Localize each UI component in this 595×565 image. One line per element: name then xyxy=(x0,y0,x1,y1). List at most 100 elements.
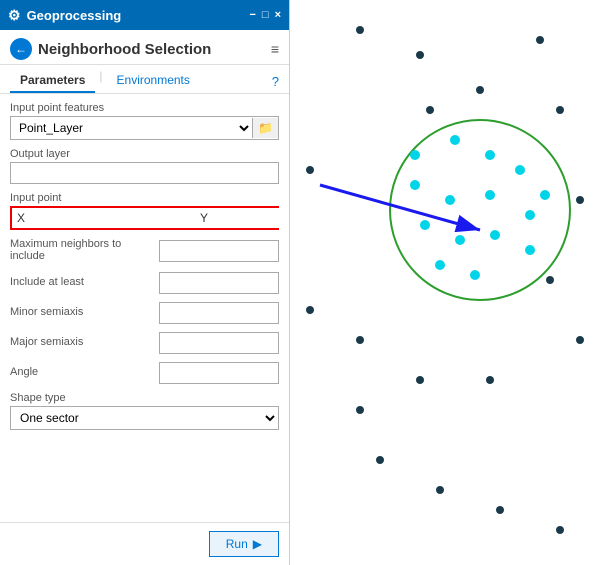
map-point xyxy=(496,506,504,514)
coord-row: X -1932698 Y -181959 xyxy=(10,206,279,230)
map-point xyxy=(356,336,364,344)
panel-body: Input point features Point_Layer 📁 Outpu… xyxy=(0,94,289,522)
map-point xyxy=(445,195,455,205)
max-neighbors-group: Maximum neighbors to include 10 xyxy=(10,238,279,264)
minor-semiaxis-group: Minor semiaxis 50000 xyxy=(10,302,279,324)
selection-arrow xyxy=(320,185,480,230)
max-neighbors-row: Maximum neighbors to include 10 xyxy=(10,238,279,264)
x-label: X xyxy=(12,208,30,228)
output-layer-label: Output layer xyxy=(10,148,279,160)
map-point xyxy=(485,150,495,160)
map-point xyxy=(486,376,494,384)
tab-parameters[interactable]: Parameters xyxy=(10,69,95,93)
include-at-least-row: Include at least 5 xyxy=(10,272,279,294)
map-point xyxy=(525,210,535,220)
map-point xyxy=(485,190,495,200)
tab-environments[interactable]: Environments xyxy=(107,69,200,93)
close-button[interactable]: × xyxy=(275,9,281,21)
input-features-label: Input point features xyxy=(10,102,279,114)
map-point xyxy=(356,406,364,414)
max-neighbors-label: Maximum neighbors to include xyxy=(10,238,159,262)
minor-semiaxis-row: Minor semiaxis 50000 xyxy=(10,302,279,324)
major-semiaxis-group: Major semiaxis 50000 xyxy=(10,332,279,354)
map-point xyxy=(540,190,550,200)
titlebar: ⚙ Geoprocessing − □ × xyxy=(0,0,289,30)
map-point xyxy=(476,86,484,94)
map-point xyxy=(436,486,444,494)
run-icon: ▶ xyxy=(253,537,262,551)
minor-semiaxis-label: Minor semiaxis xyxy=(10,306,83,318)
neighborhood-circle xyxy=(390,120,570,300)
input-features-group: Input point features Point_Layer 📁 xyxy=(10,102,279,140)
titlebar-left: ⚙ Geoprocessing xyxy=(8,7,121,24)
menu-icon[interactable]: ≡ xyxy=(271,41,279,57)
map-point xyxy=(546,276,554,284)
panel-title: Neighborhood Selection xyxy=(38,41,265,58)
titlebar-controls: − □ × xyxy=(249,9,281,21)
major-semiaxis-row: Major semiaxis 50000 xyxy=(10,332,279,354)
input-features-input[interactable]: Point_Layer 📁 xyxy=(10,116,279,140)
x-input[interactable]: -1932698 xyxy=(30,208,195,228)
minimize-button[interactable]: − xyxy=(249,9,255,21)
panel-header: ← Neighborhood Selection ≡ xyxy=(0,30,289,65)
tab-divider: | xyxy=(99,69,102,93)
output-layer-input[interactable]: Neighborhood xyxy=(10,162,279,184)
map-point xyxy=(356,26,364,34)
map-point xyxy=(426,106,434,114)
back-icon: ← xyxy=(15,42,27,56)
input-features-select[interactable]: Point_Layer xyxy=(11,117,252,139)
titlebar-title: Geoprocessing xyxy=(27,8,122,23)
map-point xyxy=(306,166,314,174)
back-button[interactable]: ← xyxy=(10,38,32,60)
map-point xyxy=(536,36,544,44)
max-neighbors-input[interactable]: 10 xyxy=(159,240,279,262)
map-point xyxy=(470,270,480,280)
geoprocessing-panel: ⚙ Geoprocessing − □ × ← Neighborhood Sel… xyxy=(0,0,290,565)
map-point xyxy=(416,51,424,59)
map-point xyxy=(556,106,564,114)
minor-semiaxis-input[interactable]: 50000 xyxy=(159,302,279,324)
map-point xyxy=(376,456,384,464)
angle-label: Angle xyxy=(10,366,38,378)
map-point xyxy=(455,235,465,245)
map-point xyxy=(410,150,420,160)
map-point xyxy=(490,230,500,240)
map-point xyxy=(525,245,535,255)
include-at-least-input[interactable]: 5 xyxy=(159,272,279,294)
input-point-group: Input point X -1932698 Y -181959 xyxy=(10,192,279,230)
map-point xyxy=(420,220,430,230)
output-layer-group: Output layer Neighborhood xyxy=(10,148,279,184)
map-point xyxy=(450,135,460,145)
geoprocessing-icon: ⚙ xyxy=(8,7,21,24)
map-point xyxy=(515,165,525,175)
run-button[interactable]: Run ▶ xyxy=(209,531,279,557)
shape-type-group: Shape type One sector Two sectors Four s… xyxy=(10,392,279,430)
y-input[interactable]: -181959 xyxy=(213,208,289,228)
map-point xyxy=(576,196,584,204)
angle-row: Angle 0 xyxy=(10,362,279,384)
map-point xyxy=(416,376,424,384)
include-at-least-label: Include at least xyxy=(10,276,84,288)
panel-footer: Run ▶ xyxy=(0,522,289,565)
include-at-least-group: Include at least 5 xyxy=(10,272,279,294)
restore-button[interactable]: □ xyxy=(262,9,269,21)
map-point xyxy=(410,180,420,190)
tab-group: Parameters | Environments xyxy=(10,69,200,93)
input-point-label: Input point xyxy=(10,192,279,204)
major-semiaxis-input[interactable]: 50000 xyxy=(159,332,279,354)
help-icon[interactable]: ? xyxy=(272,74,279,89)
map-point xyxy=(576,336,584,344)
map-point xyxy=(306,306,314,314)
angle-input[interactable]: 0 xyxy=(159,362,279,384)
angle-group: Angle 0 xyxy=(10,362,279,384)
map-canvas xyxy=(290,0,595,565)
shape-type-select[interactable]: One sector Two sectors Four sectors Circ… xyxy=(10,406,279,430)
map-point xyxy=(556,526,564,534)
major-semiaxis-label: Major semiaxis xyxy=(10,336,83,348)
add-layer-button[interactable]: 📁 xyxy=(252,118,278,138)
run-label: Run xyxy=(226,537,248,551)
shape-type-label: Shape type xyxy=(10,392,279,404)
tabs-bar: Parameters | Environments ? xyxy=(0,65,289,94)
map-area xyxy=(290,0,595,565)
map-point xyxy=(435,260,445,270)
